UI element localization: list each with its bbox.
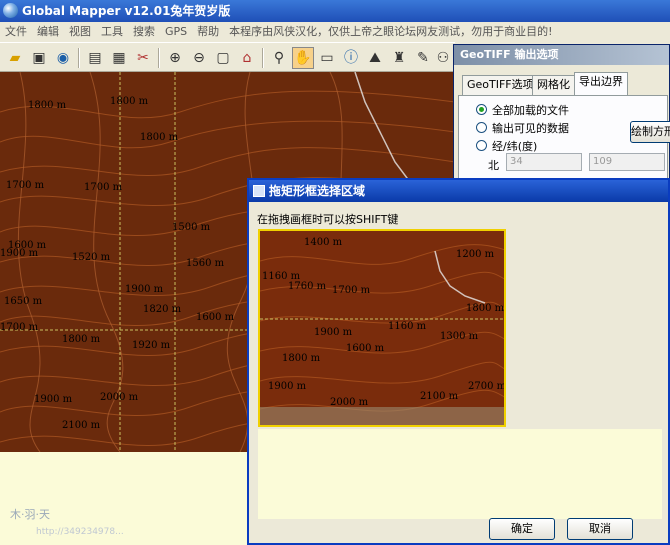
contour-label: 1900 m bbox=[34, 394, 73, 405]
tools-icon[interactable]: ✂ bbox=[132, 47, 154, 69]
toolbar-separator bbox=[262, 48, 264, 68]
zoom-out-icon[interactable]: ⊖ bbox=[188, 47, 210, 69]
main-window: Global Mapper v12.01兔年贺岁版 文件 编辑 视图 工具 搜索 GPS 帮… bbox=[0, 0, 670, 545]
toolbar-separator bbox=[78, 48, 80, 68]
preview-label: 2700 m bbox=[468, 381, 506, 392]
preview-label: 1600 m bbox=[346, 343, 385, 354]
contour-label: 1600 m bbox=[196, 312, 235, 323]
menu-edit[interactable]: 编辑 bbox=[32, 22, 64, 42]
config-icon[interactable]: ▦ bbox=[108, 47, 130, 69]
contour-label: 1820 m bbox=[143, 304, 182, 315]
contour-label: 1800 m bbox=[62, 334, 101, 345]
contour-label: 1900 m bbox=[125, 284, 164, 295]
north-label: 北 bbox=[488, 159, 499, 172]
menu-notice: 本程序由风侠汉化，仅供上帝之眼论坛网友测试，勿用于商业目的! bbox=[229, 25, 553, 38]
contour-label: 2000 m bbox=[100, 392, 139, 403]
contour-label: 1920 m bbox=[132, 340, 171, 351]
coordinate-field[interactable]: 109 bbox=[589, 153, 665, 171]
contour-label: 1800 m bbox=[28, 100, 67, 111]
app-globe-icon bbox=[3, 3, 18, 18]
preview-label: 1900 m bbox=[268, 381, 307, 392]
layers-icon[interactable]: ▤ bbox=[84, 47, 106, 69]
contour-label: 2100 m bbox=[62, 420, 101, 431]
info-icon[interactable]: ⓘ bbox=[340, 47, 362, 69]
tab-export-bounds[interactable]: 导出边界 bbox=[574, 72, 628, 96]
menu-gps[interactable]: GPS bbox=[160, 22, 192, 42]
drag-rectangle-dialog: 拖矩形框选择区域 在拖拽画框时可以按SHIFT键 1400 m 1200 m 1… bbox=[247, 178, 670, 545]
shift-hint: 在拖拽画框时可以按SHIFT键 bbox=[257, 213, 399, 226]
contour-label: 1700 m bbox=[0, 322, 39, 333]
menu-bar: 文件 编辑 视图 工具 搜索 GPS 帮助 本程序由风侠汉化，仅供上帝之眼论坛网友测试，勿用于… bbox=[0, 22, 670, 42]
toolbar: ▰ ▣ ◉ ▤ ▦ ✂ ⊕ ⊖ ▢ ⌂ ⚲ ✋ ▭ ⓘ ⛰ ♜ ✎ ⚇ bbox=[0, 42, 455, 72]
preview-label: 1700 m bbox=[332, 285, 371, 296]
binoculars-icon[interactable]: ⚇ bbox=[432, 47, 454, 69]
magnify-icon[interactable]: ⚲ bbox=[268, 47, 290, 69]
draw-box-button[interactable]: 绘制方形 bbox=[630, 121, 670, 143]
preview-label: 1160 m bbox=[388, 321, 427, 332]
open-folder-icon[interactable]: ▰ bbox=[4, 47, 26, 69]
radio-visible-data[interactable] bbox=[476, 122, 487, 133]
preview-label: 1800 m bbox=[282, 353, 321, 364]
contour-label: 1800 m bbox=[140, 132, 179, 143]
drag-dialog-titlebar: 拖矩形框选择区域 bbox=[249, 180, 668, 202]
north-field[interactable]: 34 bbox=[506, 153, 582, 171]
map-preview-canvas[interactable]: 1400 m 1200 m 1160 m 1760 m 1700 m 1800 … bbox=[258, 229, 506, 427]
save-icon[interactable]: ▣ bbox=[28, 47, 50, 69]
contour-label: 1500 m bbox=[172, 222, 211, 233]
globe-icon[interactable]: ◉ bbox=[52, 47, 74, 69]
option-lat-lon-label: 经/纬(度) bbox=[492, 140, 538, 153]
geotiff-options-dialog: GeoTIFF 输出选项 GeoTIFF选项 网格化 导出边界 全部加载的文件 … bbox=[453, 44, 670, 184]
radio-lat-lon[interactable] bbox=[476, 140, 487, 151]
radio-all-loaded[interactable] bbox=[476, 104, 487, 115]
tab-geotiff-options[interactable]: GeoTIFF选项 bbox=[462, 75, 539, 95]
window-title: Global Mapper v12.01兔年贺岁版 bbox=[22, 4, 231, 18]
tower-icon[interactable]: ♜ bbox=[388, 47, 410, 69]
contour-label: 1520 m bbox=[72, 252, 111, 263]
preview-label: 1300 m bbox=[440, 331, 479, 342]
contour-label: 1800 m bbox=[110, 96, 149, 107]
preview-label: 1800 m bbox=[466, 303, 505, 314]
option-visible-data-label: 输出可见的数据 bbox=[492, 122, 569, 135]
contour-label: 1700 m bbox=[84, 182, 123, 193]
contour-label: 1900 m bbox=[0, 248, 39, 259]
menu-tools[interactable]: 工具 bbox=[96, 22, 128, 42]
preview-contours bbox=[260, 244, 504, 425]
menu-file[interactable]: 文件 bbox=[0, 22, 32, 42]
title-bar: Global Mapper v12.01兔年贺岁版 bbox=[0, 0, 670, 22]
menu-search[interactable]: 搜索 bbox=[128, 22, 160, 42]
tab-gridding[interactable]: 网格化 bbox=[532, 75, 575, 95]
option-all-loaded-label: 全部加载的文件 bbox=[492, 104, 569, 117]
zoom-in-icon[interactable]: ⊕ bbox=[164, 47, 186, 69]
path-profile-icon[interactable]: ⛰ bbox=[364, 47, 386, 69]
pan-hand-icon[interactable]: ✋ bbox=[292, 47, 314, 69]
preview-label: 2000 m bbox=[330, 397, 369, 408]
preview-empty-area bbox=[258, 429, 662, 519]
toolbar-separator bbox=[158, 48, 160, 68]
menu-view[interactable]: 视图 bbox=[64, 22, 96, 42]
preview-label: 1900 m bbox=[314, 327, 353, 338]
preview-label: 2100 m bbox=[420, 391, 459, 402]
contour-label: 1700 m bbox=[6, 180, 45, 191]
preview-label: 1400 m bbox=[304, 237, 343, 248]
menu-help[interactable]: 帮助 bbox=[192, 22, 224, 42]
watermark-url: http://349234978... bbox=[36, 527, 124, 537]
home-icon[interactable]: ⌂ bbox=[236, 47, 258, 69]
preview-label: 1200 m bbox=[456, 249, 495, 260]
watermark-text: 木·羽·天 bbox=[10, 508, 50, 521]
dialog-icon bbox=[253, 185, 265, 197]
ok-button[interactable]: 确定 bbox=[489, 518, 555, 540]
preview-label: 1760 m bbox=[288, 281, 327, 292]
digitizer-icon[interactable]: ✎ bbox=[412, 47, 434, 69]
measure-icon[interactable]: ▭ bbox=[316, 47, 338, 69]
full-view-icon[interactable]: ▢ bbox=[212, 47, 234, 69]
geotiff-dialog-title: GeoTIFF 输出选项 bbox=[454, 45, 669, 65]
contour-label: 1650 m bbox=[4, 296, 43, 307]
contour-label: 1560 m bbox=[186, 258, 225, 269]
drag-dialog-title: 拖矩形框选择区域 bbox=[269, 184, 366, 198]
cancel-button[interactable]: 取消 bbox=[567, 518, 633, 540]
